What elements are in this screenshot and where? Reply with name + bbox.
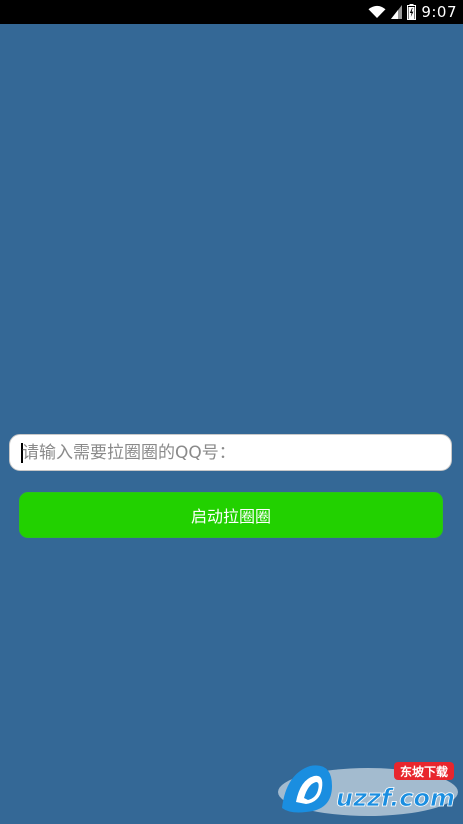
wifi-icon	[368, 5, 386, 18]
qq-input-container[interactable]	[9, 434, 452, 471]
status-icons: 9:07	[368, 0, 457, 24]
uzzf-watermark-logo: 东坡下载 uzzf.com	[278, 762, 458, 816]
watermark-badge-text: 东坡下载	[400, 764, 448, 779]
qq-number-input[interactable]	[22, 435, 442, 470]
watermark-main-text: uzzf.com	[336, 784, 455, 812]
start-button-label: 启动拉圈圈	[190, 507, 271, 526]
battery-icon	[407, 4, 417, 20]
status-bar: 9:07	[0, 0, 463, 24]
status-time: 9:07	[421, 3, 457, 21]
cell-signal-icon	[391, 5, 403, 19]
start-button[interactable]: 启动拉圈圈	[19, 492, 443, 538]
